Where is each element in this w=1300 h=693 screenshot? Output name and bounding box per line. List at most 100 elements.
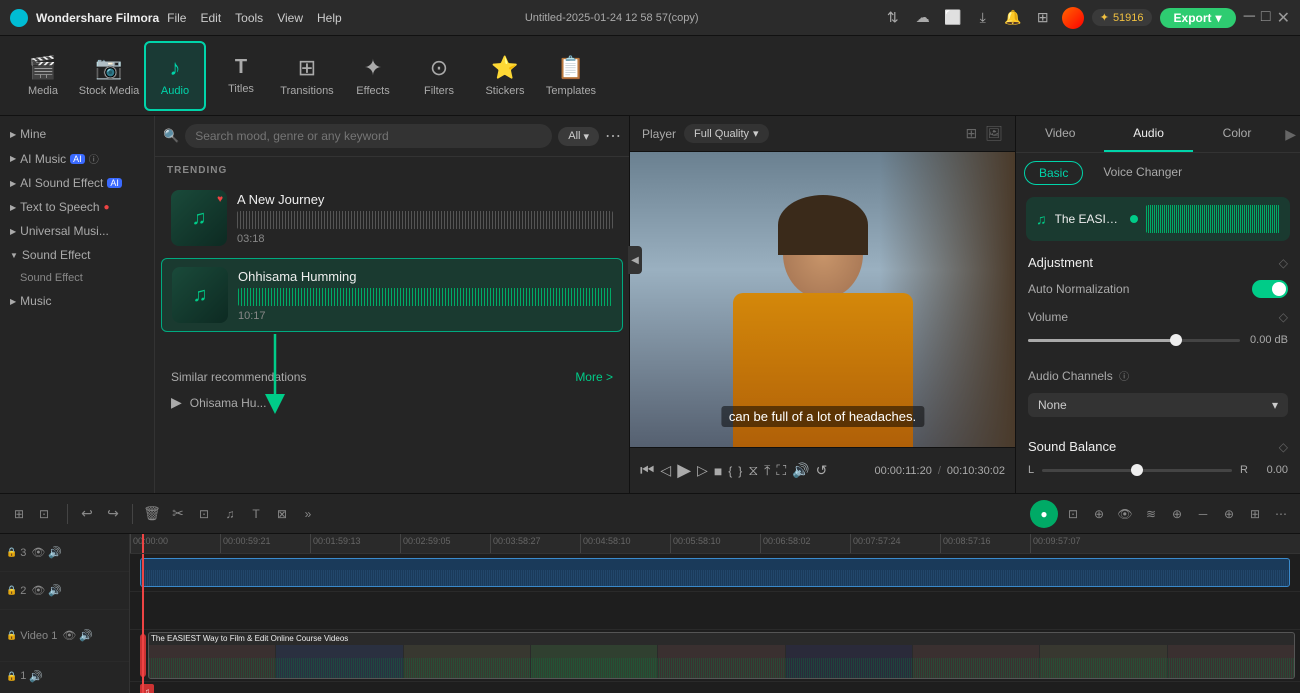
snap-button[interactable]: ⧖ [748, 462, 758, 479]
audio-item-1[interactable]: ♫ ♥ A New Journey 03:18 [161, 182, 623, 254]
sound-balance-reset-icon[interactable]: ◇ [1279, 440, 1288, 454]
tab-video[interactable]: Video [1016, 116, 1104, 152]
tool-templates[interactable]: 📋 Templates [540, 41, 602, 111]
audio-channels-select[interactable]: None ▾ [1028, 393, 1288, 417]
quality-selector[interactable]: Full Quality ▾ [684, 124, 769, 143]
tool-stock-media[interactable]: 📷 Stock Media [78, 41, 140, 111]
audio-button[interactable]: ♫ [219, 503, 241, 525]
cut-button[interactable]: ✂ [167, 503, 189, 525]
sync-icon[interactable]: ⇅ [882, 7, 904, 29]
sub-tab-basic[interactable]: Basic [1024, 161, 1083, 185]
close-button[interactable]: ✕ [1277, 8, 1290, 28]
menu-file[interactable]: File [167, 11, 186, 25]
download-icon[interactable]: ⤓ [972, 7, 994, 29]
user-avatar[interactable] [1062, 7, 1084, 29]
sub-tab-voice-changer[interactable]: Voice Changer [1089, 161, 1196, 185]
track2-eye-icon[interactable]: 👁 [31, 584, 45, 597]
video1-eye-icon[interactable]: 👁 [62, 629, 76, 642]
menu-tools[interactable]: Tools [235, 11, 263, 25]
rec-item-1[interactable]: ▶ Ohisama Hu... [155, 390, 629, 415]
track3-eye-icon[interactable]: 👁 [31, 546, 45, 559]
sidebar-item-music[interactable]: ▶ Music [0, 289, 154, 313]
track3-clip[interactable] [140, 558, 1290, 587]
tool-effects[interactable]: ✦ Effects [342, 41, 404, 111]
collapse-panel-button[interactable]: ◀ [628, 246, 642, 274]
video1-audio-icon[interactable]: 🔊 [79, 629, 93, 642]
menu-edit[interactable]: Edit [200, 11, 221, 25]
sidebar-item-sound-effect[interactable]: ▼ Sound Effect [0, 243, 154, 267]
next-tab-button[interactable]: ▶ [1281, 116, 1300, 152]
volume-slider-track[interactable] [1028, 339, 1240, 342]
cloud-icon[interactable]: ☁ [912, 7, 934, 29]
screen-icon[interactable]: ⬜ [942, 7, 964, 29]
volume-slider-thumb[interactable] [1170, 334, 1182, 346]
delete-button[interactable]: 🗑 [141, 503, 163, 525]
tool-stickers[interactable]: ⭐ Stickers [474, 41, 536, 111]
sidebar-item-tts[interactable]: ▶ Text to Speech ● [0, 195, 154, 219]
text-button[interactable]: T [245, 503, 267, 525]
audio1-audio-icon[interactable]: 🔊 [29, 670, 43, 683]
more-label[interactable]: More > [575, 370, 613, 384]
mark-out-button[interactable]: } [738, 464, 742, 478]
more-options-button[interactable]: ⋯ [605, 126, 621, 146]
clip-button[interactable]: ⊡ [1062, 503, 1084, 525]
crop-button[interactable]: ⊡ [193, 503, 215, 525]
stop-button[interactable]: ■ [714, 463, 722, 479]
menu-help[interactable]: Help [317, 11, 342, 25]
undo-button[interactable]: ↩ [76, 503, 98, 525]
volume-button[interactable]: 🔊 [792, 462, 809, 479]
tool-media[interactable]: 🎬 Media [12, 41, 74, 111]
eye-button[interactable]: 👁 [1114, 503, 1136, 525]
transform-button[interactable]: ⊠ [271, 503, 293, 525]
screenshot-icon[interactable]: 🖼 [985, 125, 1003, 142]
mark-in-button[interactable]: { [728, 464, 732, 478]
tool-titles[interactable]: T Titles [210, 41, 272, 111]
grid-view-icon[interactable]: ⊞ [965, 125, 977, 142]
export-button[interactable]: Export ▾ [1160, 8, 1236, 28]
minimize-button[interactable]: ─ [1244, 8, 1255, 28]
audio-item-2[interactable]: ♫ Ohhisama Humming 10:17 [161, 258, 623, 332]
plus-zoom-button[interactable]: ⊕ [1218, 503, 1240, 525]
notification-icon[interactable]: 🔔 [1002, 7, 1024, 29]
track-select-button[interactable]: ⊡ [33, 503, 55, 525]
full-screen-button[interactable]: ⛶ [776, 462, 786, 479]
sidebar-item-ai-music[interactable]: ▶ AI Music AI ⓘ [0, 146, 154, 171]
filter-all-button[interactable]: All ▾ [558, 127, 599, 146]
lr-slider-track[interactable] [1042, 469, 1232, 472]
apps-icon[interactable]: ⊞ [1032, 7, 1054, 29]
track-add-button[interactable]: ⊞ [8, 503, 30, 525]
layout-button[interactable]: ⊞ [1244, 503, 1266, 525]
redo-button[interactable]: ↪ [102, 503, 124, 525]
sidebar-item-universal[interactable]: ▶ Universal Musi... [0, 219, 154, 243]
video-clip[interactable]: The EASIEST Way to Film & Edit Online Co… [148, 632, 1295, 679]
track2-audio-icon[interactable]: 🔊 [48, 584, 62, 597]
maximize-button[interactable]: □ [1261, 8, 1271, 28]
tl-settings-button[interactable]: ⋯ [1270, 503, 1292, 525]
skip-back-button[interactable]: ⏮ [640, 462, 654, 480]
adjustment-collapse-icon[interactable]: ◇ [1279, 256, 1288, 270]
tab-audio[interactable]: Audio [1104, 116, 1192, 152]
volume-reset-icon[interactable]: ◇ [1279, 310, 1288, 324]
tool-filters[interactable]: ⊙ Filters [408, 41, 470, 111]
sidebar-item-sound-effect-sub[interactable]: Sound Effect [0, 267, 154, 289]
record-button[interactable]: ● [1030, 500, 1058, 528]
sidebar-item-ai-sound[interactable]: ▶ AI Sound Effect AI [0, 171, 154, 195]
next-frame-button[interactable]: ▷ [697, 462, 708, 479]
play-button[interactable]: ▶ [677, 460, 691, 481]
search-input[interactable] [185, 124, 552, 148]
prev-frame-button[interactable]: ◁ [660, 462, 671, 479]
tab-color[interactable]: Color [1193, 116, 1281, 152]
track3-audio-icon[interactable]: 🔊 [48, 546, 62, 559]
waveform-tl-button[interactable]: ≋ [1140, 503, 1162, 525]
auto-norm-toggle[interactable] [1252, 280, 1288, 298]
tool-transitions[interactable]: ⊞ Transitions [276, 41, 338, 111]
snap-tl-button[interactable]: ⊕ [1088, 503, 1110, 525]
lr-slider-thumb[interactable] [1131, 464, 1143, 476]
more-tl-button[interactable]: » [297, 503, 319, 525]
rotate-button[interactable]: ↺ [816, 462, 828, 479]
menu-view[interactable]: View [277, 11, 303, 25]
tool-audio[interactable]: ♪ Audio [144, 41, 206, 111]
sidebar-item-mine[interactable]: ▶ Mine [0, 122, 154, 146]
minus-zoom-button[interactable]: ─ [1192, 503, 1214, 525]
extract-button[interactable]: ⤒ [764, 462, 770, 479]
